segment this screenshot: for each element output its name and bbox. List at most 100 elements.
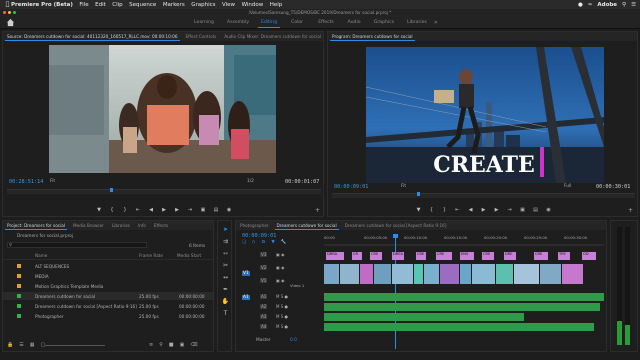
track-label[interactable]: V2 <box>260 265 268 270</box>
track-label[interactable]: A2 <box>260 304 268 309</box>
track-label[interactable]: V1 <box>260 278 268 283</box>
menu-clip[interactable]: Clip <box>112 2 122 8</box>
minimize-icon[interactable] <box>8 11 11 14</box>
source-patch[interactable]: A1 <box>242 295 250 300</box>
workspace-libraries[interactable]: Libraries <box>400 16 434 29</box>
media-clip[interactable] <box>424 264 439 284</box>
apple-icon[interactable]:  <box>4 1 11 8</box>
tab-audio-clip-mixer[interactable]: Audio Clip Mixer: Dreamers cutdown for s… <box>220 32 323 41</box>
play-icon[interactable]: ▶ <box>480 207 487 213</box>
media-clip[interactable] <box>374 264 391 284</box>
menu-help[interactable]: Help <box>270 2 283 8</box>
mute-solo-icon[interactable]: M S ● <box>276 294 288 299</box>
track-header[interactable]: V3 ▣ ◉ <box>236 251 318 262</box>
menu-sequence[interactable]: Sequence <box>129 2 156 8</box>
col-name[interactable]: Name <box>35 253 47 258</box>
project-item[interactable]: MEDIA <box>3 272 213 280</box>
menu-window[interactable]: Window <box>242 2 264 8</box>
media-clip[interactable] <box>514 264 539 284</box>
tab-seq-dreamers[interactable]: Dreamers cutdown for social <box>273 221 341 230</box>
track-header[interactable]: A3 M S ● <box>236 313 318 322</box>
nest-icon[interactable]: ❏ <box>242 240 246 245</box>
play-icon[interactable]: ▶ <box>161 207 168 213</box>
project-search-input[interactable] <box>7 242 147 248</box>
media-clip[interactable] <box>324 264 339 284</box>
automate-icon[interactable]: ≡ <box>149 342 153 348</box>
pen-icon[interactable]: ✒ <box>221 285 230 294</box>
overwrite-icon[interactable]: ▤ <box>213 207 220 213</box>
step-forward-icon[interactable]: ▶ <box>493 207 500 213</box>
mark-in-icon[interactable]: { <box>428 207 435 213</box>
title-clip[interactable]: CRE <box>370 252 382 260</box>
work-area-bar[interactable] <box>324 244 604 246</box>
type-tool-icon[interactable]: T <box>221 309 230 318</box>
menu-edit[interactable]: Edit <box>95 2 106 8</box>
project-item[interactable]: Motion Graphics Template Media <box>3 282 213 290</box>
toggle-output-icon[interactable]: ▣ ◉ <box>276 278 285 283</box>
go-to-out-icon[interactable]: ⇥ <box>506 207 513 213</box>
program-video-frame[interactable]: CREATE <box>366 47 604 183</box>
slip-icon[interactable]: ↔ <box>221 273 230 282</box>
media-clip[interactable] <box>324 293 604 301</box>
workspace-assembly[interactable]: Assembly <box>222 16 254 29</box>
tab-source[interactable]: Source: Dreamers cutdown for social: 401… <box>3 32 182 41</box>
razor-icon[interactable]: ✂ <box>221 261 230 270</box>
project-item[interactable]: Dreamers cutdown for social [Aspect Rati… <box>3 302 213 310</box>
tab-seq-photographer[interactable]: Photographer <box>236 221 273 230</box>
menu-graphics[interactable]: Graphics <box>191 2 215 8</box>
go-to-out-icon[interactable]: ⇥ <box>187 207 194 213</box>
export-frame-icon[interactable]: ◉ <box>545 207 552 213</box>
lift-icon[interactable]: ▣ <box>519 207 526 213</box>
go-to-in-icon[interactable]: ⇤ <box>135 207 142 213</box>
program-playhead[interactable] <box>417 192 420 196</box>
hand-icon[interactable]: ✋ <box>221 297 230 306</box>
menu-file[interactable]: File <box>79 2 88 8</box>
export-frame-icon[interactable]: ◉ <box>226 207 233 213</box>
title-clip[interactable]: CRE <box>482 252 494 260</box>
more-workspaces-icon[interactable]: » <box>434 16 438 29</box>
tab-libraries[interactable]: Libraries <box>108 221 134 230</box>
toggle-output-icon[interactable]: ▣ ◉ <box>276 265 285 270</box>
source-patch[interactable]: V1 <box>242 271 250 276</box>
mark-in-icon[interactable]: { <box>109 207 116 213</box>
step-back-icon[interactable]: ◀ <box>148 207 155 213</box>
tab-media-browser[interactable]: Media Browser <box>69 221 108 230</box>
go-to-in-icon[interactable]: ⇤ <box>454 207 461 213</box>
track-select-icon[interactable]: ⇉ <box>221 237 230 246</box>
playhead-handle[interactable] <box>393 234 398 238</box>
home-icon[interactable] <box>6 18 15 27</box>
tab-effects[interactable]: Effects <box>150 221 172 230</box>
source-timecode[interactable]: 00:28:51:14 <box>9 179 43 185</box>
title-clip[interactable]: OD <box>582 252 596 260</box>
track-label[interactable]: V3 <box>260 252 268 257</box>
project-item[interactable]: Photographer 25.00 fps 00:00:00:00 <box>3 312 213 320</box>
lock-icon[interactable]: 🔒 <box>7 342 13 348</box>
media-clip[interactable] <box>324 303 600 311</box>
workspace-effects[interactable]: Effects <box>312 16 340 29</box>
source-video-frame[interactable] <box>49 45 276 173</box>
media-clip[interactable] <box>540 264 561 284</box>
source-resolution-select[interactable]: 1/2 <box>247 179 254 184</box>
step-back-icon[interactable]: ◀ <box>467 207 474 213</box>
media-clip[interactable] <box>414 264 423 284</box>
new-bin-icon[interactable]: ■ <box>169 342 174 348</box>
title-clip[interactable]: CRE <box>436 252 452 260</box>
program-quality-select[interactable]: Full <box>564 184 571 189</box>
title-clip[interactable]: TRY <box>558 252 570 260</box>
mute-solo-icon[interactable]: M S ● <box>276 324 288 329</box>
tab-program[interactable]: Program: Dreamers cutdown for social <box>328 32 417 41</box>
media-clip[interactable] <box>392 264 413 284</box>
source-fit-select[interactable]: Fit <box>50 179 55 184</box>
trash-icon[interactable]: ⌫ <box>190 342 197 348</box>
icon-view-icon[interactable]: ▦ <box>30 342 35 348</box>
new-item-icon[interactable]: ▣ <box>180 342 185 348</box>
toggle-output-icon[interactable]: ▣ ◉ <box>276 252 285 257</box>
selection-tool-icon[interactable]: ➤ <box>221 225 230 234</box>
insert-icon[interactable]: ▣ <box>200 207 207 213</box>
project-item[interactable]: ALT SEQUENCES <box>3 262 213 270</box>
tab-info[interactable]: Info <box>134 221 150 230</box>
media-clip[interactable] <box>440 264 459 284</box>
title-clip[interactable]: DREA <box>392 252 404 260</box>
menu-list-icon[interactable]: ☰ <box>631 2 636 8</box>
workspace-color[interactable]: Color <box>282 16 312 29</box>
